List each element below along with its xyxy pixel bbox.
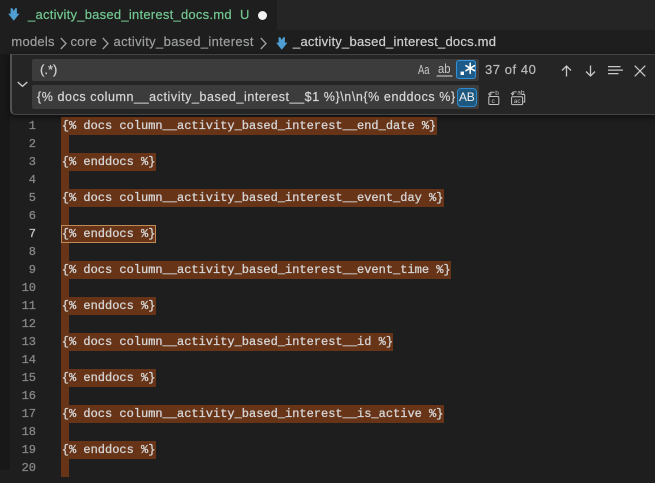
svg-text:ac: ac — [514, 98, 522, 105]
svg-text:b: b — [495, 90, 499, 97]
svg-text:Aa: Aa — [418, 63, 430, 77]
svg-text:c: c — [492, 98, 496, 105]
svg-text:ab: ab — [517, 90, 525, 97]
svg-text:ab: ab — [438, 62, 451, 76]
